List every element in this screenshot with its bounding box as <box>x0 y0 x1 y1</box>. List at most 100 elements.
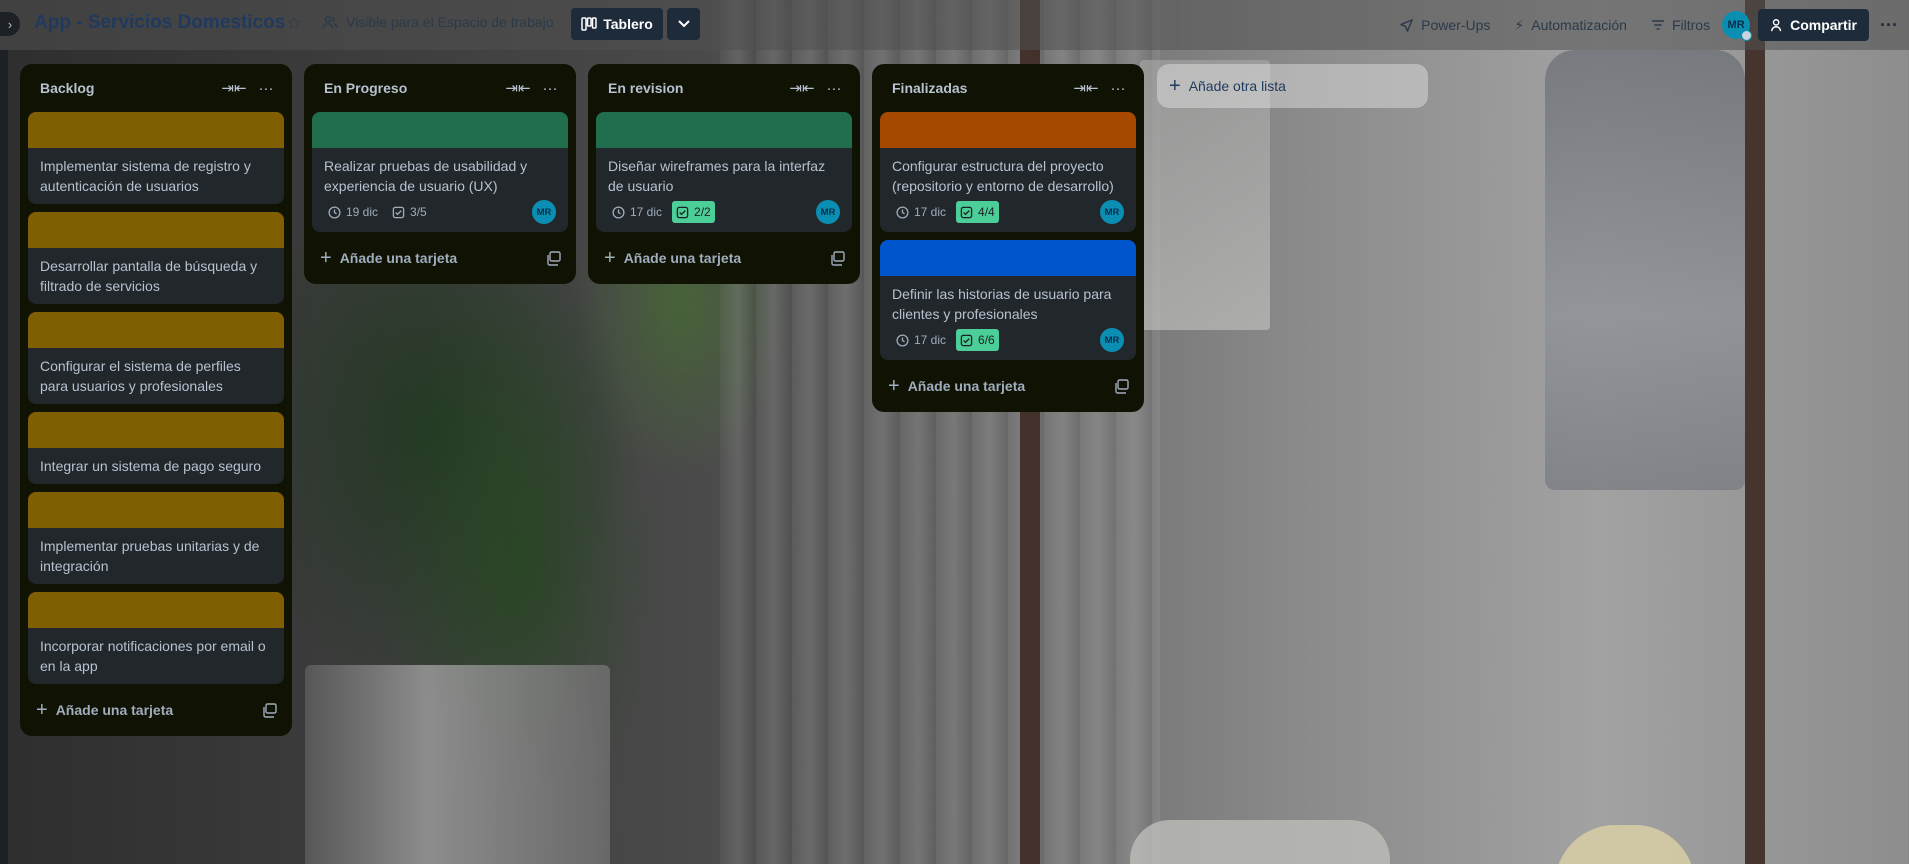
create-from-template-icon[interactable] <box>1114 378 1130 394</box>
card-cover <box>28 312 284 348</box>
create-from-template-icon[interactable] <box>830 250 846 266</box>
due-date-badge[interactable]: 19 dic <box>324 201 382 223</box>
card-member-avatar[interactable]: MR <box>816 200 840 224</box>
background-shirt <box>1545 50 1745 490</box>
list-title[interactable]: En revision <box>608 80 683 96</box>
card[interactable]: Configurar estructura del proyecto (repo… <box>880 112 1136 232</box>
card-cover <box>28 492 284 528</box>
card-body: Diseñar wireframes para la interfaz de u… <box>596 148 852 232</box>
automation-button[interactable]: ⚡ Automatización <box>1502 9 1639 41</box>
checklist-badge: 6/6 <box>956 329 999 351</box>
view-switcher-board[interactable]: Tablero <box>571 8 663 40</box>
add-list-label: Añade otra lista <box>1188 78 1286 94</box>
board-header: › App - Servicios Domesticos ☆ Visible p… <box>0 0 1909 50</box>
list-column: Finalizadas ⇥⇤ ··· Configurar estructura de… <box>872 64 1144 412</box>
filters-button[interactable]: Filtros <box>1639 9 1722 41</box>
card-member-avatar[interactable]: MR <box>1100 200 1124 224</box>
list-menu-icon[interactable]: ··· <box>252 74 280 102</box>
add-card-label: Añade una tarjeta <box>623 250 742 266</box>
create-from-template-icon[interactable] <box>546 250 562 266</box>
list-column: En revision ⇥⇤ ··· Diseñar wireframes para … <box>588 64 860 284</box>
expand-sidebar-button[interactable]: › <box>0 12 20 36</box>
card-body: Implementar sistema de registro y autent… <box>28 148 284 204</box>
checklist-count: 2/2 <box>694 205 711 219</box>
share-label: Compartir <box>1790 17 1857 33</box>
list-header: Backlog ⇥⇤ ··· <box>28 64 284 112</box>
add-card-button[interactable]: + Añade una tarjeta <box>36 700 173 720</box>
list-menu-icon[interactable]: ··· <box>820 74 848 102</box>
due-date: 17 dic <box>914 205 947 219</box>
star-icon[interactable]: ☆ <box>286 13 306 33</box>
checklist-count: 6/6 <box>978 333 995 347</box>
card[interactable]: Integrar un sistema de pago seguro <box>28 412 284 484</box>
due-date-badge[interactable]: 17 dic <box>892 329 950 351</box>
list-menu-icon[interactable]: ··· <box>1104 74 1132 102</box>
collapse-list-icon[interactable]: ⇥⇤ <box>220 74 248 102</box>
card-title: Implementar pruebas unitarias y de integ… <box>40 538 260 574</box>
card[interactable]: Incorporar notificaciones por email o en… <box>28 592 284 684</box>
checklist-count: 3/5 <box>410 205 427 219</box>
add-card-button[interactable]: + Añade una tarjeta <box>604 248 741 268</box>
lightning-icon: ⚡ <box>1514 16 1525 33</box>
list-title[interactable]: Finalizadas <box>892 80 967 96</box>
view-dropdown-button[interactable] <box>667 8 700 40</box>
card-title: Integrar un sistema de pago seguro <box>40 458 262 474</box>
add-card-button[interactable]: + Añade una tarjeta <box>320 248 457 268</box>
user-avatar[interactable]: MR <box>1722 11 1753 41</box>
admin-badge-icon <box>1741 30 1753 41</box>
people-icon <box>322 15 338 29</box>
card[interactable]: Implementar pruebas unitarias y de integ… <box>28 492 284 584</box>
collapse-list-icon[interactable]: ⇥⇤ <box>1072 74 1100 102</box>
add-card-button[interactable]: + Añade una tarjeta <box>888 376 1025 396</box>
create-from-template-icon[interactable] <box>262 702 278 718</box>
card[interactable]: Definir las historias de usuario para cl… <box>880 240 1136 360</box>
add-card-row: + Añade una tarjeta <box>28 692 284 728</box>
card-title: Realizar pruebas de usabilidad y experie… <box>324 158 528 194</box>
card[interactable]: Implementar sistema de registro y autent… <box>28 112 284 204</box>
card-badges: 19 dic 3/5 MR <box>324 200 556 224</box>
visibility-button[interactable]: Visible para el Espacio de trabajo <box>322 14 554 30</box>
card[interactable]: Desarrollar pantalla de búsqueda y filtr… <box>28 212 284 304</box>
list-menu-icon[interactable]: ··· <box>536 74 564 102</box>
filters-label: Filtros <box>1671 17 1711 33</box>
filter-icon <box>1651 20 1664 30</box>
add-card-row: + Añade una tarjeta <box>312 240 568 276</box>
card-member-avatar[interactable]: MR <box>532 200 556 224</box>
card[interactable]: Diseñar wireframes para la interfaz de u… <box>596 112 852 232</box>
list-title[interactable]: En Progreso <box>324 80 407 96</box>
due-date-badge[interactable]: 17 dic <box>892 201 950 223</box>
board-title[interactable]: App - Servicios Domesticos <box>34 12 285 34</box>
add-list-button[interactable]: + Añade otra lista <box>1157 64 1428 108</box>
card-body: Desarrollar pantalla de búsqueda y filtr… <box>28 248 284 304</box>
card[interactable]: Realizar pruebas de usabilidad y experie… <box>312 112 568 232</box>
add-card-label: Añade una tarjeta <box>55 702 174 718</box>
card-cover <box>880 112 1136 148</box>
card[interactable]: Configurar el sistema de perfiles para u… <box>28 312 284 404</box>
card-title: Incorporar notificaciones por email o en… <box>40 638 266 674</box>
plus-icon: + <box>320 247 332 269</box>
card-body: Implementar pruebas unitarias y de integ… <box>28 528 284 584</box>
card-member-avatar[interactable]: MR <box>1100 328 1124 352</box>
member-initials: MR <box>1104 334 1120 346</box>
card-title: Implementar sistema de registro y autent… <box>40 158 251 194</box>
collapse-list-icon[interactable]: ⇥⇤ <box>504 74 532 102</box>
power-ups-button[interactable]: Power-Ups <box>1387 9 1502 41</box>
collapse-list-icon[interactable]: ⇥⇤ <box>788 74 816 102</box>
share-button[interactable]: Compartir <box>1758 9 1869 41</box>
background-hat <box>1555 825 1695 864</box>
chevron-right-icon: › <box>7 16 13 32</box>
checklist-icon <box>676 206 689 218</box>
list-title[interactable]: Backlog <box>40 80 94 96</box>
board-menu-button[interactable]: ··· <box>1869 9 1909 41</box>
visibility-label: Visible para el Espacio de trabajo <box>346 14 554 30</box>
card-cover <box>312 112 568 148</box>
card-cover <box>596 112 852 148</box>
card-title: Definir las historias de usuario para cl… <box>892 286 1112 322</box>
clock-icon <box>612 205 625 219</box>
view-label: Tablero <box>603 16 653 32</box>
due-date-badge[interactable]: 17 dic <box>608 201 666 223</box>
add-person-icon <box>1771 19 1782 32</box>
clock-icon <box>328 205 341 219</box>
card-title: Configurar estructura del proyecto (repo… <box>892 158 1114 194</box>
checklist-icon <box>960 206 973 218</box>
